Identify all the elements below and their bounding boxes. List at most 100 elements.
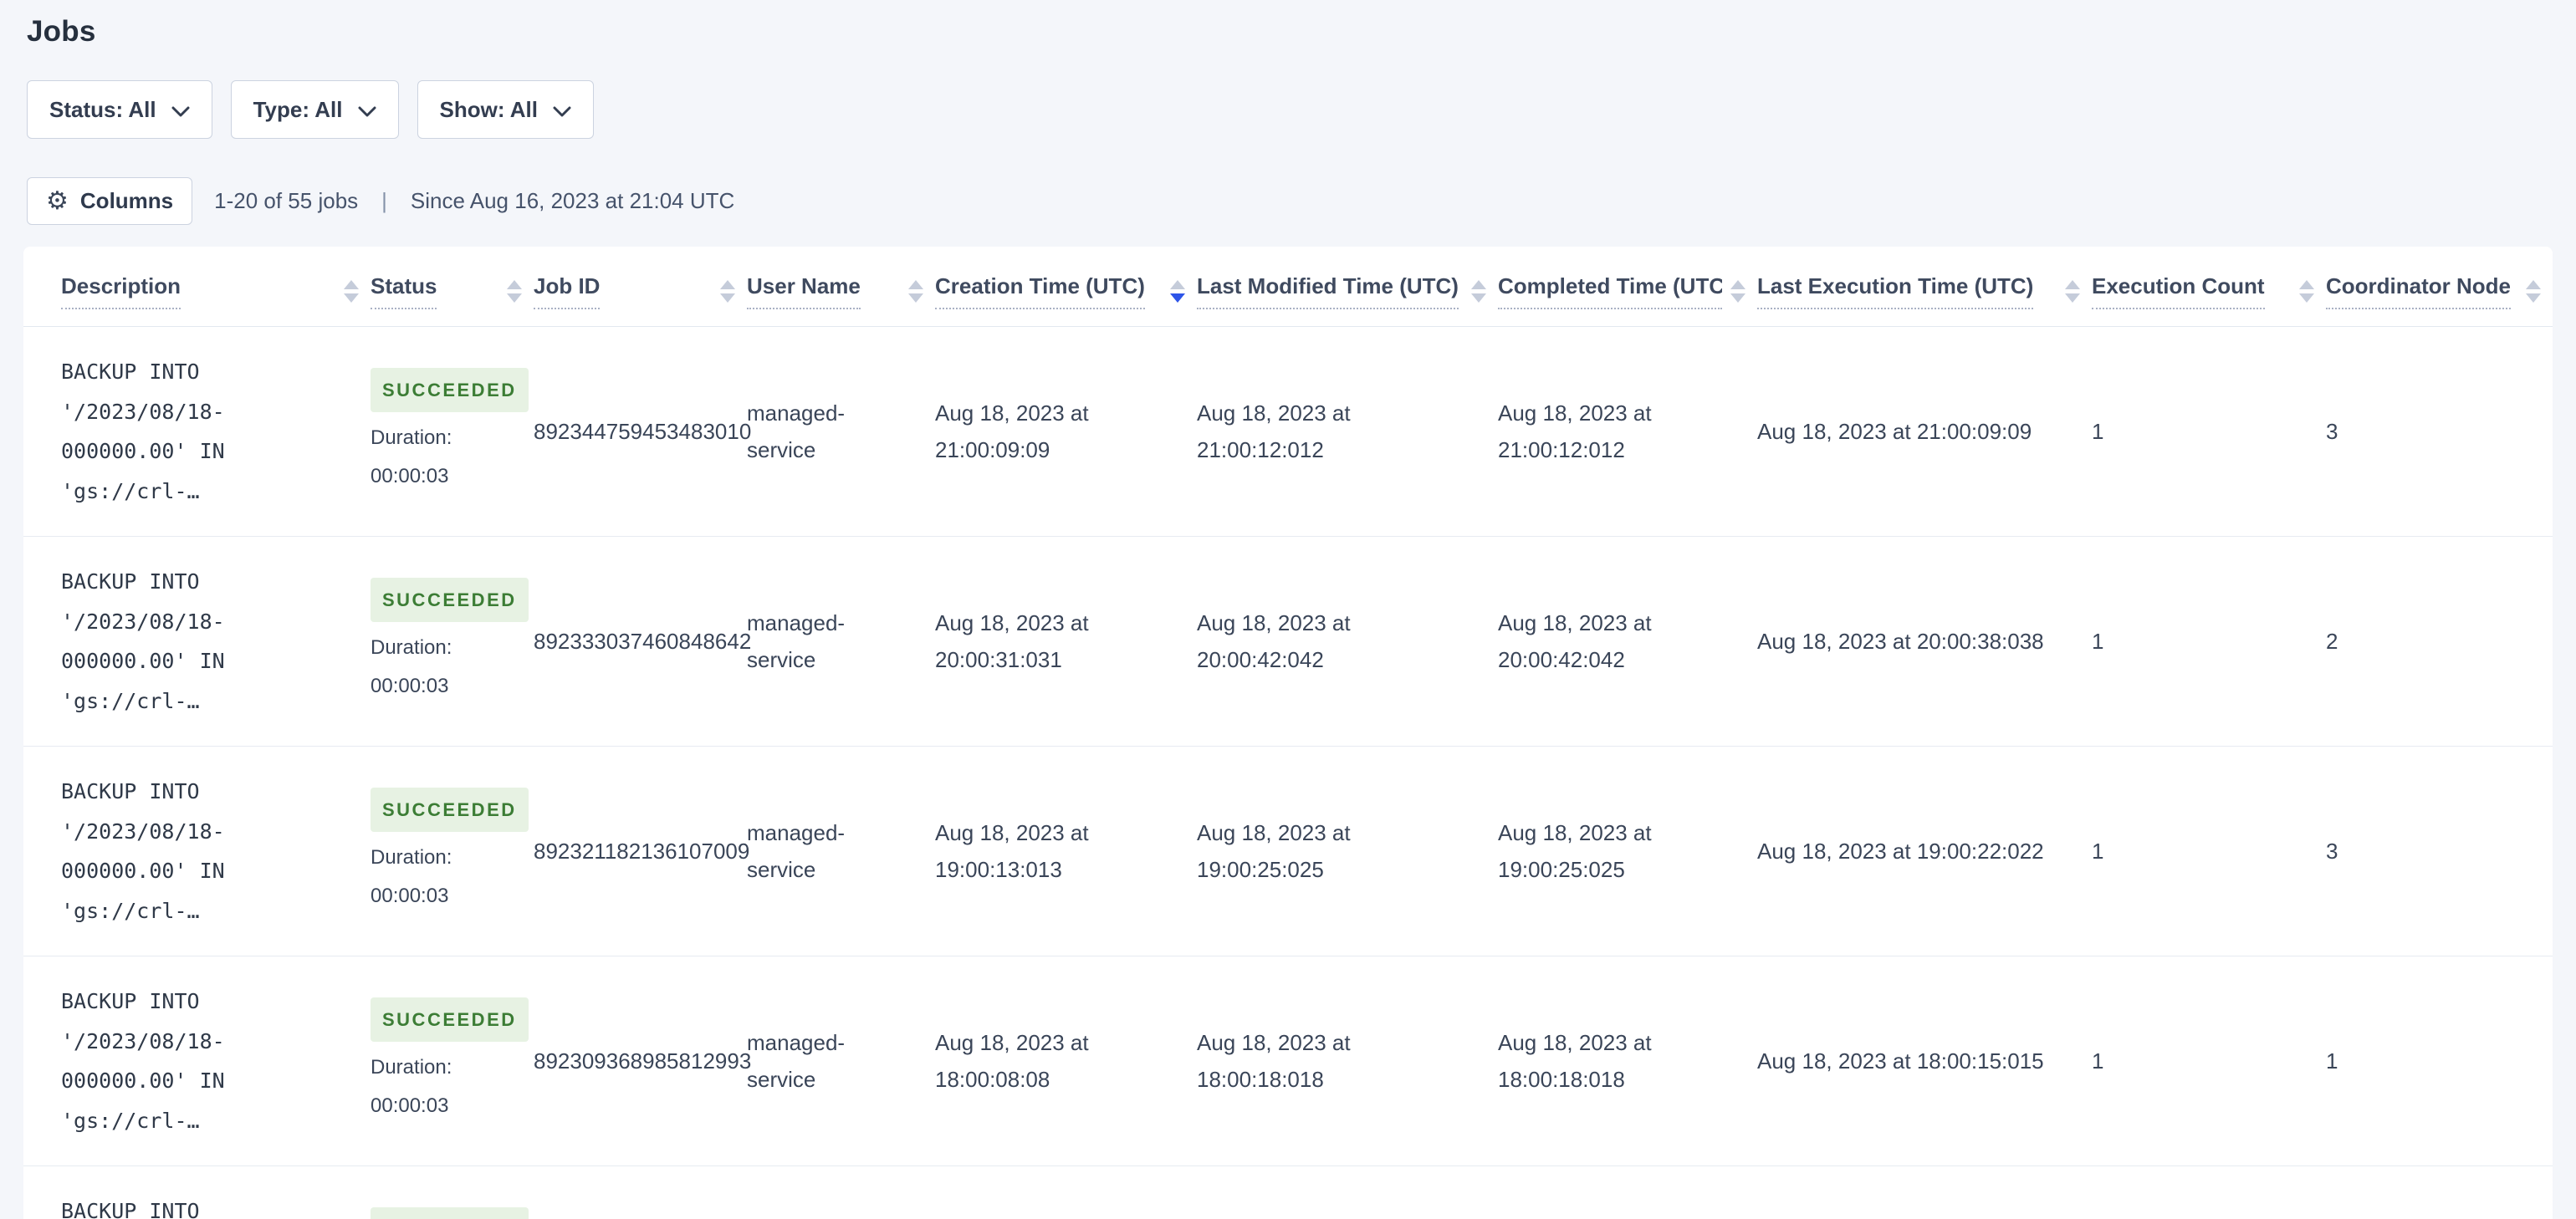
last-execution-time-cell: Aug 18, 2023 at 17:00:22:022 [1757, 1165, 2092, 1219]
jobs-page: Jobs Status: All Type: All Show: All ⚙ C… [0, 15, 2576, 1219]
table-row[interactable]: BACKUP INTO '/2023/08/18- 000000.00' IN … [23, 326, 2553, 537]
description-text: BACKUP INTO '/2023/08/18- 000000.00' IN … [61, 569, 225, 713]
sort-asc-icon[interactable] [2526, 280, 2541, 289]
table-row[interactable]: BACKUP INTO '/2023/08/18- 000000.00' IN … [23, 536, 2553, 747]
column-header-coordinator-node[interactable]: Coordinator Node [2326, 247, 2553, 327]
coordinator-node-cell: 3 [2326, 746, 2553, 956]
completed-time-cell: Aug 18, 2023 at 20:00:42:042 [1498, 536, 1757, 747]
columns-button[interactable]: ⚙ Columns [27, 177, 193, 225]
sort-icons[interactable] [2065, 280, 2080, 303]
sort-asc-icon[interactable] [720, 280, 735, 289]
sort-desc-icon[interactable] [507, 293, 522, 303]
job-id-cell: 892309368985812993 [534, 956, 751, 1166]
table-body: BACKUP INTO '/2023/08/18- 000000.00' IN … [23, 326, 2553, 1219]
user-name-cell: managed- service [747, 536, 935, 747]
sort-asc-icon[interactable] [344, 280, 359, 289]
page-title: Jobs [27, 15, 96, 48]
sort-asc-icon[interactable] [2065, 280, 2080, 289]
sort-icons[interactable] [2526, 280, 2541, 303]
column-header-description[interactable]: Description [23, 247, 371, 327]
sort-icons[interactable] [2299, 280, 2314, 303]
sort-desc-icon[interactable] [2299, 293, 2314, 303]
duration-value: 00:00:03 [371, 674, 449, 697]
creation-time-cell: Aug 18, 2023 at 20:00:31:031 [935, 536, 1197, 747]
toolbar-separator: | [381, 188, 387, 213]
column-header-execution-count[interactable]: Execution Count [2092, 247, 2326, 327]
sort-desc-icon[interactable] [1730, 293, 1745, 303]
status-badge: SUCCEEDED [371, 787, 529, 833]
sort-asc-icon[interactable] [507, 280, 522, 289]
column-header-job-id[interactable]: Job ID [534, 247, 747, 327]
last-execution-time-cell: Aug 18, 2023 at 19:00:22:022 [1757, 746, 2092, 956]
last-modified-time-cell: Aug 18, 2023 at 17:00:25:025 [1197, 1165, 1498, 1219]
filter-show[interactable]: Show: All [417, 80, 594, 139]
filter-status[interactable]: Status: All [27, 80, 212, 139]
duration-label: Duration: [371, 1056, 452, 1079]
column-header-label: Last Modified Time (UTC) [1197, 273, 1459, 309]
description-text: BACKUP INTO '/2023/08/18- 000000.00' IN … [61, 360, 225, 503]
execution-count-cell: 1 [2092, 956, 2326, 1166]
sort-icons[interactable] [720, 280, 735, 303]
filter-type[interactable]: Type: All [230, 80, 399, 139]
execution-count-cell: 1 [2092, 536, 2326, 747]
duration-value: 00:00:03 [371, 1094, 449, 1117]
completed-time-cell: Aug 18, 2023 at 17:00:25:025 [1498, 1165, 1757, 1219]
status-cell: SUCCEEDED Duration: 00:00:03 [371, 1165, 534, 1219]
filter-dropdown-label: Show: All [439, 96, 538, 122]
status-badge: SUCCEEDED [371, 1206, 529, 1219]
sort-asc-icon[interactable] [1170, 280, 1185, 289]
sort-icons[interactable] [1471, 280, 1486, 303]
table-toolbar: ⚙ Columns 1-20 of 55 jobs | Since Aug 16… [27, 177, 2576, 225]
description-text: BACKUP INTO '/2023/08/18- 000000.00' IN … [61, 779, 225, 923]
chevron-down-icon [358, 98, 376, 124]
coordinator-node-cell: 1 [2326, 956, 2553, 1166]
since-label: Since Aug 16, 2023 at 21:04 UTC [410, 188, 735, 213]
sort-icons[interactable] [344, 280, 359, 303]
column-header-creation-time[interactable]: Creation Time (UTC) [935, 247, 1197, 327]
last-modified-time-cell: Aug 18, 2023 at 19:00:25:025 [1197, 746, 1498, 956]
column-header-label: Last Execution Time (UTC) [1757, 273, 2034, 309]
column-header-last-modified-time[interactable]: Last Modified Time (UTC) [1197, 247, 1498, 327]
table-header-row: Description Status Job ID User Name Crea… [23, 247, 2553, 327]
sort-desc-icon[interactable] [1471, 293, 1486, 303]
sort-desc-icon[interactable] [344, 293, 359, 303]
status-badge: SUCCEEDED [371, 367, 529, 413]
status-cell: SUCCEEDED Duration: 00:00:03 [371, 956, 534, 1166]
sort-icons[interactable] [507, 280, 522, 303]
status-cell: SUCCEEDED Duration: 00:00:03 [371, 746, 534, 956]
execution-count-cell: 1 [2092, 746, 2326, 956]
column-header-completed-time[interactable]: Completed Time (UTC) [1498, 247, 1757, 327]
completed-time-cell: Aug 18, 2023 at 19:00:25:025 [1498, 746, 1757, 956]
sort-asc-icon[interactable] [908, 280, 923, 289]
description-cell: BACKUP INTO '/2023/08/18- 000000.00' IN … [23, 1165, 371, 1219]
table-row[interactable]: BACKUP INTO '/2023/08/18- 000000.00' IN … [23, 746, 2553, 956]
sort-icons[interactable] [1730, 280, 1745, 303]
column-header-label: User Name [747, 273, 861, 309]
sort-asc-icon[interactable] [1471, 280, 1486, 289]
column-header-label: Job ID [534, 273, 601, 309]
table-row[interactable]: BACKUP INTO '/2023/08/18- 000000.00' IN … [23, 1165, 2553, 1219]
creation-time-cell: Aug 18, 2023 at 18:00:08:08 [935, 956, 1197, 1166]
sort-icons[interactable] [1170, 280, 1185, 303]
description-text: BACKUP INTO '/2023/08/18- 000000.00' IN … [61, 989, 225, 1133]
column-header-user-name[interactable]: User Name [747, 247, 935, 327]
sort-desc-icon[interactable] [908, 293, 923, 303]
filter-dropdown-label: Type: All [253, 96, 343, 122]
sort-desc-icon[interactable] [720, 293, 735, 303]
description-cell: BACKUP INTO '/2023/08/18- 000000.00' IN … [23, 956, 371, 1166]
status-badge: SUCCEEDED [371, 577, 529, 623]
sort-icons[interactable] [908, 280, 923, 303]
sort-desc-icon[interactable] [2526, 293, 2541, 303]
column-header-last-execution-time[interactable]: Last Execution Time (UTC) [1757, 247, 2092, 327]
table-row[interactable]: BACKUP INTO '/2023/08/18- 000000.00' IN … [23, 956, 2553, 1166]
column-header-status[interactable]: Status [371, 247, 534, 327]
duration-label: Duration: [371, 846, 452, 870]
last-modified-time-cell: Aug 18, 2023 at 21:00:12:012 [1197, 326, 1498, 537]
description-cell: BACKUP INTO '/2023/08/18- 000000.00' IN … [23, 536, 371, 747]
sort-desc-icon[interactable] [2065, 293, 2080, 303]
sort-asc-icon[interactable] [2299, 280, 2314, 289]
sort-desc-icon[interactable] [1170, 293, 1185, 303]
status-badge: SUCCEEDED [371, 997, 529, 1043]
sort-asc-icon[interactable] [1730, 280, 1745, 289]
column-header-label: Description [61, 273, 181, 309]
